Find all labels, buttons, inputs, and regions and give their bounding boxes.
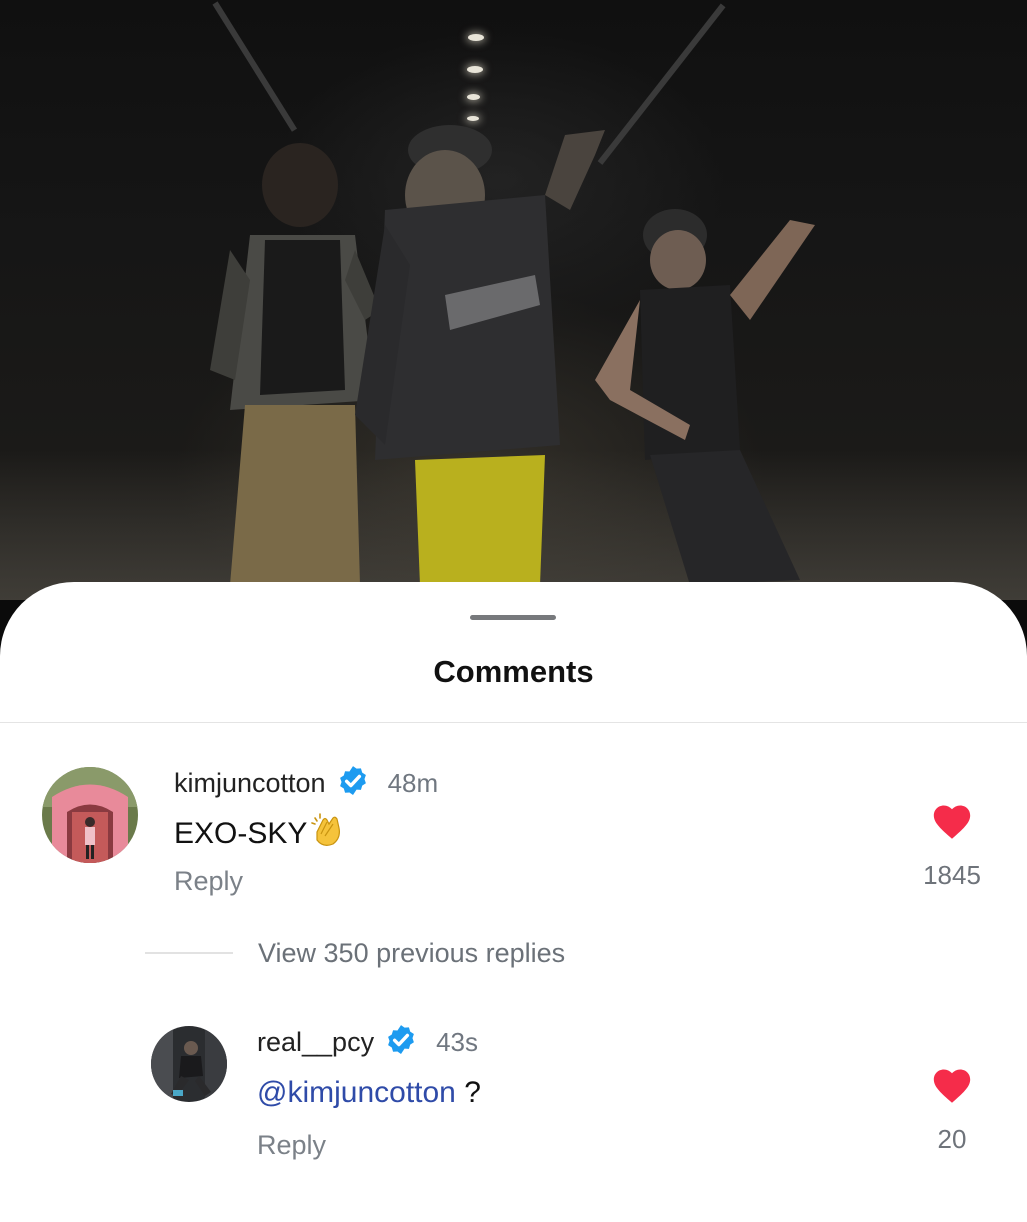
mention-link[interactable]: @kimjuncotton bbox=[257, 1076, 456, 1110]
avatar[interactable] bbox=[42, 767, 138, 863]
reply-text: @kimjuncotton ? bbox=[257, 1076, 481, 1110]
ceiling-light bbox=[467, 66, 483, 73]
reply-meta: real__pcy 43s bbox=[257, 1023, 478, 1062]
dancer-right bbox=[595, 209, 815, 585]
like-heart-icon[interactable] bbox=[930, 1064, 974, 1109]
reply-time: 43s bbox=[436, 1027, 478, 1057]
header-divider bbox=[0, 722, 1027, 723]
comment-text: EXO-SKY bbox=[174, 812, 345, 856]
video-player[interactable] bbox=[0, 0, 1027, 600]
ceiling-light bbox=[468, 34, 484, 41]
avatar-image bbox=[42, 767, 138, 863]
clapping-hands-icon bbox=[309, 812, 345, 856]
avatar[interactable] bbox=[151, 1026, 227, 1102]
avatar-image bbox=[151, 1026, 227, 1102]
dancer-center bbox=[355, 125, 605, 585]
comment-meta: kimjuncotton 48m bbox=[174, 764, 438, 803]
like-count: 1845 bbox=[923, 860, 981, 890]
reply-button[interactable]: Reply bbox=[174, 866, 243, 897]
replies-divider-line bbox=[145, 952, 233, 954]
verified-badge-icon bbox=[336, 764, 370, 803]
comments-sheet: Comments kimjuncotton 48m EXO-SKY Reply … bbox=[0, 582, 1027, 1222]
username[interactable]: kimjuncotton bbox=[174, 768, 326, 799]
verified-badge-icon bbox=[384, 1023, 418, 1062]
sheet-title: Comments bbox=[433, 654, 594, 689]
reply-body: ? bbox=[455, 1076, 481, 1109]
comment-time: 48m bbox=[387, 768, 439, 798]
like-heart-icon[interactable] bbox=[930, 800, 974, 845]
like-count: 20 bbox=[937, 1124, 967, 1154]
ceiling-light bbox=[467, 94, 480, 100]
ceiling-pipe-left bbox=[212, 1, 298, 132]
ceiling-pipe-right bbox=[597, 3, 726, 165]
drag-handle[interactable] bbox=[470, 615, 556, 620]
username[interactable]: real__pcy bbox=[257, 1027, 374, 1058]
reply-button[interactable]: Reply bbox=[257, 1130, 326, 1161]
view-previous-replies-button[interactable]: View 350 previous replies bbox=[258, 938, 565, 969]
comment-body: EXO-SKY bbox=[174, 817, 308, 850]
